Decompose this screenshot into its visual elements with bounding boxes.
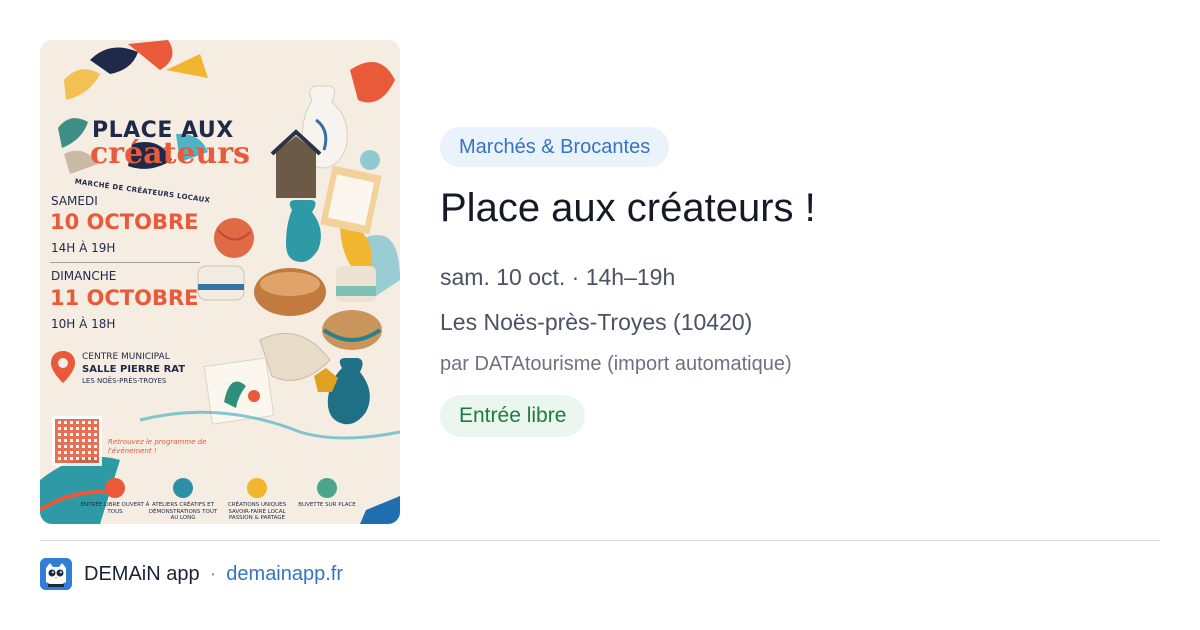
- poster-feature: CRÉATIONS UNIQUES SAVOIR-FAIRE LOCAL PAS…: [222, 478, 292, 522]
- feature-icon: [317, 478, 337, 498]
- footer-divider: [40, 540, 1160, 541]
- app-name: DEMAiN app: [84, 562, 200, 585]
- location-pin-icon: [51, 351, 75, 383]
- event-title: Place aux créateurs !: [440, 186, 816, 230]
- poster-title-line2: créateurs: [90, 136, 251, 171]
- event-location: Les Noës-près-Troyes (10420): [440, 309, 753, 335]
- footer-separator: ·: [209, 562, 217, 585]
- event-poster: PLACE AUX créateurs MARCHÉ DE CRÉATEURS …: [40, 40, 400, 524]
- poster-time2: 10H À 18H: [51, 317, 116, 331]
- event-source: par DATAtourisme (import automatique): [440, 353, 792, 375]
- price-badge: Entrée libre: [440, 395, 586, 437]
- poster-date1: 10 OCTOBRE: [50, 210, 199, 234]
- poster-feature-label: ATELIERS CRÉATIFS ET DÉMONSTRATIONS TOUT…: [148, 502, 218, 521]
- app-domain-link[interactable]: demainapp.fr: [226, 563, 343, 586]
- poster-qr-text: Retrouvez le programme de l'événement !: [108, 438, 207, 455]
- poster-feature-label: BUVETTE SUR PLACE: [298, 502, 356, 508]
- feature-icon: [247, 478, 267, 498]
- footer: DEMAiN app · demainapp.fr: [40, 558, 343, 590]
- feature-icon: [105, 478, 125, 498]
- poster-divider: [50, 262, 200, 263]
- poster-venue-line1: CENTRE MUNICIPAL: [82, 352, 170, 362]
- qr-code: [52, 416, 102, 466]
- poster-time1: 14H À 19H: [51, 241, 116, 255]
- category-badge[interactable]: Marchés & Brocantes: [440, 127, 670, 167]
- poster-day1: SAMEDI: [51, 194, 98, 208]
- owl-icon: [40, 558, 72, 590]
- poster-venue-line3: LES NOËS-PRÈS-TROYES: [82, 377, 167, 385]
- poster-day2: DIMANCHE: [51, 269, 117, 283]
- poster-feature-label: CRÉATIONS UNIQUES SAVOIR-FAIRE LOCAL PAS…: [227, 502, 287, 521]
- poster-feature: ATELIERS CRÉATIFS ET DÉMONSTRATIONS TOUT…: [148, 478, 218, 522]
- feature-icon: [173, 478, 193, 498]
- poster-venue-line2: SALLE PIERRE RAT: [82, 364, 186, 375]
- poster-feature: BUVETTE SUR PLACE: [292, 478, 362, 509]
- poster-feature-label: ENTRÉE LIBRE OUVERT À TOUS: [80, 502, 150, 515]
- poster-feature: ENTRÉE LIBRE OUVERT À TOUS: [80, 478, 150, 515]
- event-datetime: sam. 10 oct. · 14h–19h: [440, 264, 676, 290]
- poster-date2: 11 OCTOBRE: [50, 286, 199, 310]
